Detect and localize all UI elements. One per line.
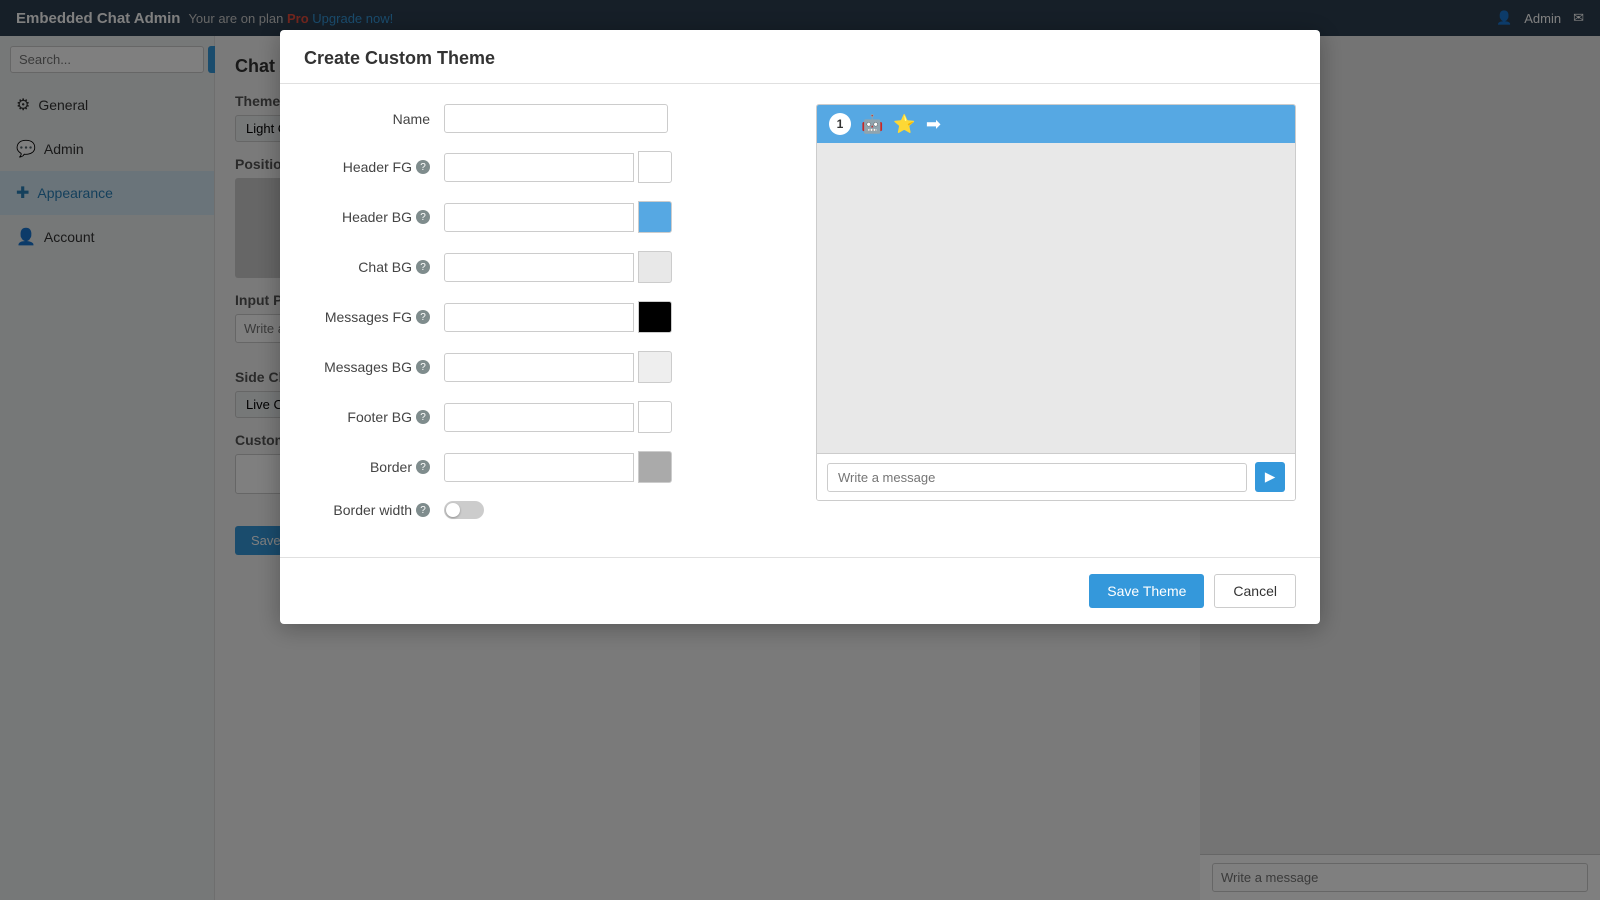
toggle-thumb [446,503,460,517]
preview-badge: 1 [829,113,851,135]
cancel-button[interactable]: Cancel [1214,574,1296,608]
footer-bg-input[interactable]: #ffffff [444,403,634,432]
chat-bg-input[interactable]: #e8e8e8 [444,253,634,282]
footer-bg-swatch[interactable] [638,401,672,433]
preview-chat-header: 1 🤖 ⭐ ➡ [817,105,1295,143]
modal-header: Create Custom Theme [280,30,1320,84]
header-bg-label: Header BG ? [304,209,444,225]
border-swatch[interactable] [638,451,672,483]
footer-bg-row: Footer BG ? #ffffff [304,401,792,433]
modal-overlay: Create Custom Theme Name Header FG ? [0,0,1600,900]
border-help-icon[interactable]: ? [416,460,430,474]
header-bg-input[interactable]: #56a8e3 [444,203,634,232]
messages-bg-swatch[interactable] [638,351,672,383]
header-bg-row: Header BG ? #56a8e3 [304,201,792,233]
messages-fg-input-group: #000000 [444,301,672,333]
chat-bg-help-icon[interactable]: ? [416,260,430,274]
footer-bg-label: Footer BG ? [304,409,444,425]
header-fg-swatch[interactable] [638,151,672,183]
name-label: Name [304,111,444,127]
header-fg-row: Header FG ? #ffffff [304,151,792,183]
border-row: Border ? #aaaaaa [304,451,792,483]
modal-body: Name Header FG ? #ffffff [280,84,1320,557]
header-fg-help-icon[interactable]: ? [416,160,430,174]
header-bg-help-icon[interactable]: ? [416,210,430,224]
border-input[interactable]: #aaaaaa [444,453,634,482]
header-bg-swatch[interactable] [638,201,672,233]
create-theme-modal: Create Custom Theme Name Header FG ? [280,30,1320,624]
footer-bg-input-group: #ffffff [444,401,672,433]
chat-bg-swatch[interactable] [638,251,672,283]
header-fg-label: Header FG ? [304,159,444,175]
messages-fg-help-icon[interactable]: ? [416,310,430,324]
chat-bg-row: Chat BG ? #e8e8e8 [304,251,792,283]
messages-bg-input-group: #eeeeee [444,351,672,383]
save-theme-button[interactable]: Save Theme [1089,574,1204,608]
preview-star-icon: ⭐ [893,114,915,135]
messages-fg-row: Messages FG ? #000000 [304,301,792,333]
preview-chat-window: 1 🤖 ⭐ ➡ ▶ [816,104,1296,501]
modal-form: Name Header FG ? #ffffff [304,104,792,537]
border-width-row: Border width ? [304,501,792,519]
modal-preview: 1 🤖 ⭐ ➡ ▶ [816,104,1296,537]
border-width-label: Border width ? [304,502,444,518]
messages-fg-input[interactable]: #000000 [444,303,634,332]
header-bg-input-group: #56a8e3 [444,201,672,233]
chat-bg-label: Chat BG ? [304,259,444,275]
preview-robot-icon: 🤖 [861,114,883,135]
chat-bg-input-group: #e8e8e8 [444,251,672,283]
preview-messages-area [817,143,1295,453]
footer-bg-help-icon[interactable]: ? [416,410,430,424]
messages-bg-row: Messages BG ? #eeeeee [304,351,792,383]
messages-bg-help-icon[interactable]: ? [416,360,430,374]
name-input[interactable] [444,104,668,133]
header-fg-input[interactable]: #ffffff [444,153,634,182]
border-input-group: #aaaaaa [444,451,672,483]
preview-message-input[interactable] [827,463,1247,492]
messages-fg-swatch[interactable] [638,301,672,333]
header-fg-input-group: #ffffff [444,151,672,183]
border-width-help-icon[interactable]: ? [416,503,430,517]
border-width-toggle[interactable] [444,501,484,519]
messages-bg-label: Messages BG ? [304,359,444,375]
preview-forward-icon: ➡ [926,114,941,135]
name-row: Name [304,104,792,133]
border-label: Border ? [304,459,444,475]
messages-fg-label: Messages FG ? [304,309,444,325]
modal-footer: Save Theme Cancel [280,557,1320,624]
messages-bg-input[interactable]: #eeeeee [444,353,634,382]
border-width-toggle-row [444,501,496,519]
preview-send-button[interactable]: ▶ [1255,462,1285,492]
modal-title: Create Custom Theme [304,48,495,68]
preview-chat-footer: ▶ [817,453,1295,500]
